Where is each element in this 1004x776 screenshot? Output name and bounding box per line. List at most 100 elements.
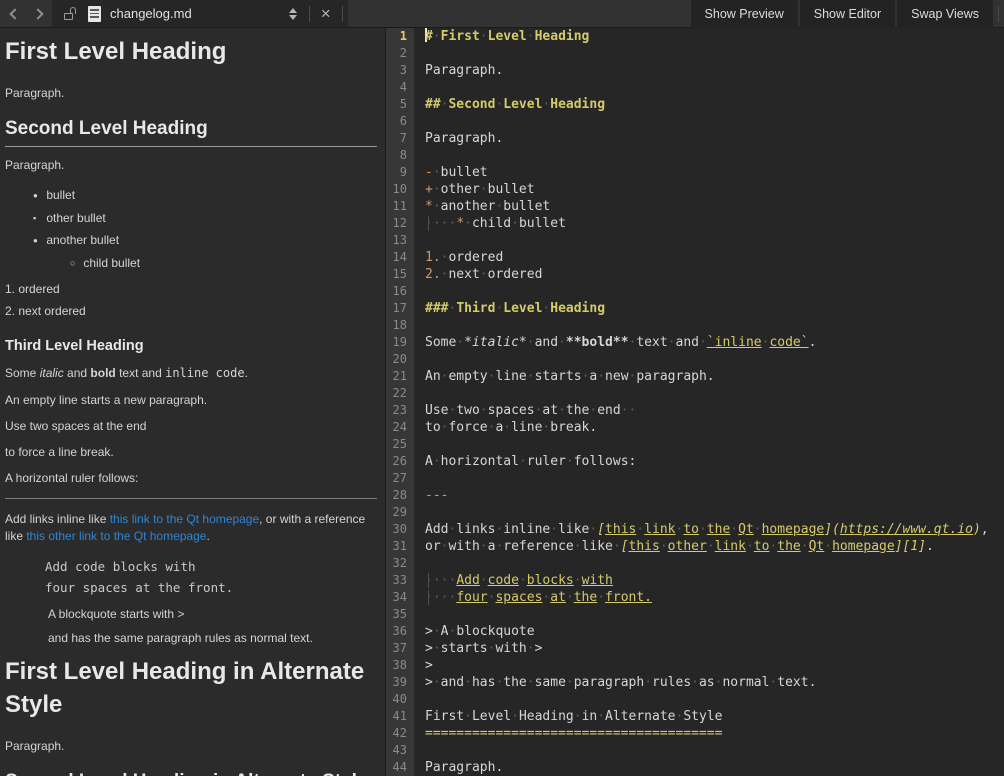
- editor-line[interactable]: 31or·with·a·reference·like·[this·other·l…: [386, 538, 1004, 555]
- editor-line[interactable]: 42======================================: [386, 725, 1004, 742]
- editor-line[interactable]: 28---: [386, 487, 1004, 504]
- editor-line-text[interactable]: Use·two·spaces·at·the·end··: [414, 402, 1004, 419]
- editor-line-text[interactable]: >: [414, 657, 1004, 674]
- editor-line[interactable]: 152.·next·ordered: [386, 266, 1004, 283]
- document-switcher-icon[interactable]: [282, 8, 304, 20]
- editor-line[interactable]: 141.·ordered: [386, 249, 1004, 266]
- markdown-preview-pane[interactable]: First Level HeadingParagraph.Second Leve…: [0, 28, 386, 776]
- editor-line-text[interactable]: or·with·a·reference·like·[this·other·lin…: [414, 538, 1004, 555]
- swap-views-button[interactable]: Swap Views: [897, 0, 993, 28]
- editor-line[interactable]: 34····four·spaces·at·the·front.: [386, 589, 1004, 606]
- unlock-icon[interactable]: [64, 7, 76, 21]
- editor-line-text[interactable]: 2.·next·ordered: [414, 266, 1004, 283]
- editor-line[interactable]: 39>·and·has·the·same·paragraph·rules·as·…: [386, 674, 1004, 691]
- editor-line[interactable]: 17###·Third·Level·Heading: [386, 300, 1004, 317]
- editor-line-text[interactable]: [414, 113, 1004, 130]
- editor-line[interactable]: 25: [386, 436, 1004, 453]
- editor-line[interactable]: 19Some·*italic*·and·**bold**·text·and·`i…: [386, 334, 1004, 351]
- editor-line-text[interactable]: Some·*italic*·and·**bold**·text·and·`inl…: [414, 334, 1004, 351]
- editor-line-text[interactable]: [414, 606, 1004, 623]
- editor-line[interactable]: 44Paragraph.: [386, 759, 1004, 776]
- editor-line-text[interactable]: -·bullet: [414, 164, 1004, 181]
- editor-line[interactable]: 27: [386, 470, 1004, 487]
- editor-line-text[interactable]: ····four·spaces·at·the·front.: [414, 589, 1004, 606]
- editor-line[interactable]: 36>·A·blockquote: [386, 623, 1004, 640]
- editor-line-text[interactable]: ---: [414, 487, 1004, 504]
- back-button[interactable]: [0, 0, 26, 27]
- editor-line-text[interactable]: +·other·bullet: [414, 181, 1004, 198]
- editor-line-text[interactable]: [414, 45, 1004, 62]
- inline-link[interactable]: this link to the Qt homepage: [110, 512, 259, 526]
- editor-line[interactable]: 9-·bullet: [386, 164, 1004, 181]
- editor-line-text[interactable]: >·and·has·the·same·paragraph·rules·as·no…: [414, 674, 1004, 691]
- editor-line[interactable]: 22: [386, 385, 1004, 402]
- editor-line[interactable]: 7Paragraph.: [386, 130, 1004, 147]
- editor-line-text[interactable]: [414, 470, 1004, 487]
- editor-line-text[interactable]: [414, 691, 1004, 708]
- editor-line[interactable]: 41First·Level·Heading·in·Alternate·Style: [386, 708, 1004, 725]
- editor-line-text[interactable]: [414, 232, 1004, 249]
- editor-line-text[interactable]: A·horizontal·ruler·follows:: [414, 453, 1004, 470]
- editor-line-text[interactable]: ····Add·code·blocks·with: [414, 572, 1004, 589]
- document-tab[interactable]: changelog.md ×: [52, 0, 348, 27]
- editor-line[interactable]: 16: [386, 283, 1004, 300]
- editor-line[interactable]: 6: [386, 113, 1004, 130]
- editor-line-text[interactable]: An·empty·line·starts·a·new·paragraph.: [414, 368, 1004, 385]
- editor-line-text[interactable]: to·force·a·line·break.: [414, 419, 1004, 436]
- editor-line[interactable]: 30Add·links·inline·like·[this·link·to·th…: [386, 521, 1004, 538]
- editor-line[interactable]: 23Use·two·spaces·at·the·end··: [386, 402, 1004, 419]
- editor-line-text[interactable]: [414, 79, 1004, 96]
- markdown-editor-pane[interactable]: 1#·First·Level·Heading23Paragraph.45##·S…: [386, 28, 1004, 776]
- show-editor-button[interactable]: Show Editor: [800, 0, 895, 28]
- editor-line[interactable]: 10+·other·bullet: [386, 181, 1004, 198]
- editor-line[interactable]: 21An·empty·line·starts·a·new·paragraph.: [386, 368, 1004, 385]
- editor-line[interactable]: 11*·another·bullet: [386, 198, 1004, 215]
- editor-line[interactable]: 8: [386, 147, 1004, 164]
- editor-line[interactable]: 29: [386, 504, 1004, 521]
- editor-line[interactable]: 38>: [386, 657, 1004, 674]
- editor-line[interactable]: 12····*·child·bullet: [386, 215, 1004, 232]
- close-icon[interactable]: ×: [315, 1, 337, 27]
- editor-line-text[interactable]: Paragraph.: [414, 130, 1004, 147]
- editor-line[interactable]: 33····Add·code·blocks·with: [386, 572, 1004, 589]
- editor-line-text[interactable]: First·Level·Heading·in·Alternate·Style: [414, 708, 1004, 725]
- editor-line-text[interactable]: [414, 504, 1004, 521]
- editor-line[interactable]: 35: [386, 606, 1004, 623]
- editor-line[interactable]: 13: [386, 232, 1004, 249]
- editor-line-text[interactable]: [414, 147, 1004, 164]
- inline-link[interactable]: this other link to the Qt homepage: [26, 529, 206, 543]
- editor-line-text[interactable]: [414, 555, 1004, 572]
- forward-button[interactable]: [26, 0, 52, 27]
- editor-line-text[interactable]: >·A·blockquote: [414, 623, 1004, 640]
- editor-line[interactable]: 43: [386, 742, 1004, 759]
- editor-line-text[interactable]: #·First·Level·Heading: [414, 28, 1004, 45]
- editor-line[interactable]: 24to·force·a·line·break.: [386, 419, 1004, 436]
- editor-line[interactable]: 32: [386, 555, 1004, 572]
- editor-line[interactable]: 40: [386, 691, 1004, 708]
- editor-line-text[interactable]: ····*·child·bullet: [414, 215, 1004, 232]
- editor-line-text[interactable]: [414, 742, 1004, 759]
- editor-line[interactable]: 26A·horizontal·ruler·follows:: [386, 453, 1004, 470]
- editor-line-text[interactable]: Add·links·inline·like·[this·link·to·the·…: [414, 521, 1004, 538]
- editor-line-text[interactable]: 1.·ordered: [414, 249, 1004, 266]
- editor-line-text[interactable]: [414, 317, 1004, 334]
- editor-line-text[interactable]: [414, 385, 1004, 402]
- editor-line[interactable]: 1#·First·Level·Heading: [386, 28, 1004, 45]
- editor-line[interactable]: 20: [386, 351, 1004, 368]
- editor-line[interactable]: 2: [386, 45, 1004, 62]
- editor-line[interactable]: 5##·Second·Level·Heading: [386, 96, 1004, 113]
- editor-line[interactable]: 37>·starts·with·>: [386, 640, 1004, 657]
- editor-line[interactable]: 4: [386, 79, 1004, 96]
- editor-line-text[interactable]: Paragraph.: [414, 759, 1004, 776]
- editor-line-text[interactable]: *·another·bullet: [414, 198, 1004, 215]
- editor-line-text[interactable]: [414, 283, 1004, 300]
- editor-line-text[interactable]: >·starts·with·>: [414, 640, 1004, 657]
- editor-line-text[interactable]: [414, 351, 1004, 368]
- editor-line[interactable]: 3Paragraph.: [386, 62, 1004, 79]
- editor-line[interactable]: 18: [386, 317, 1004, 334]
- show-preview-button[interactable]: Show Preview: [691, 0, 798, 28]
- editor-line-text[interactable]: ======================================: [414, 725, 1004, 742]
- editor-line-text[interactable]: ###·Third·Level·Heading: [414, 300, 1004, 317]
- editor-line-text[interactable]: Paragraph.: [414, 62, 1004, 79]
- editor-line-text[interactable]: ##·Second·Level·Heading: [414, 96, 1004, 113]
